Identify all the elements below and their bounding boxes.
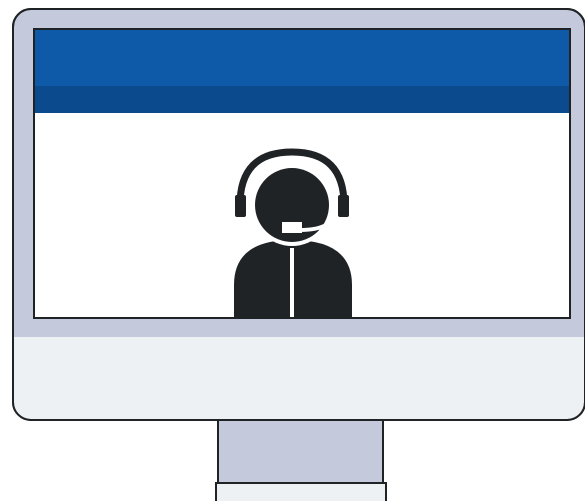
monitor-icon bbox=[12, 8, 585, 501]
monitor-illustration bbox=[0, 0, 585, 501]
monitor-stand bbox=[217, 418, 384, 486]
microphone-tip bbox=[282, 222, 302, 233]
headset-left-earcup bbox=[235, 195, 246, 217]
monitor-base bbox=[215, 482, 387, 501]
screen-header-band bbox=[35, 86, 569, 113]
monitor-chin bbox=[14, 337, 584, 419]
headset-right-earcup bbox=[338, 195, 349, 217]
screen-header-bar bbox=[35, 30, 569, 86]
